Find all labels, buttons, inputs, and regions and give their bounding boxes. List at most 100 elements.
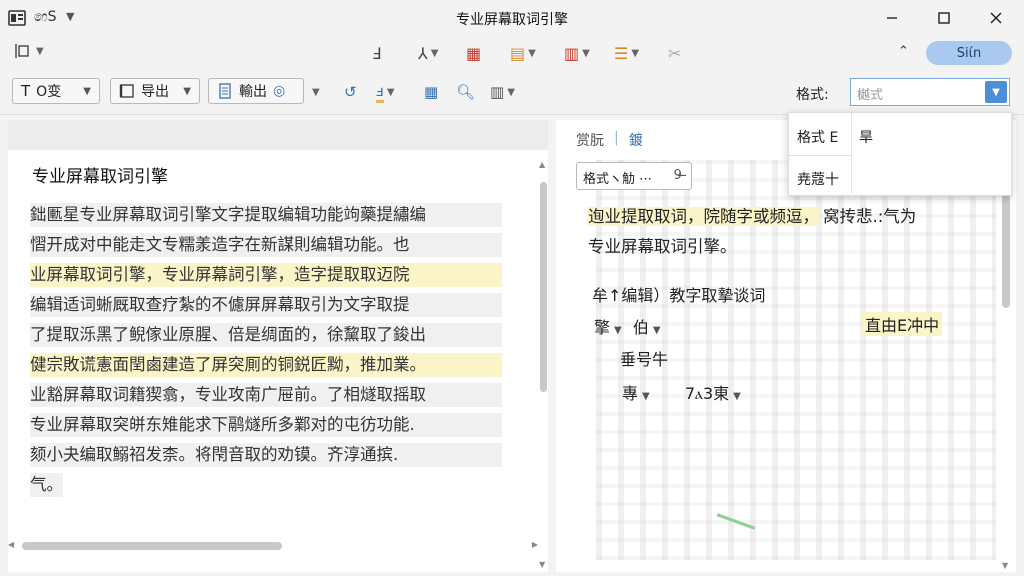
menu-item-value[interactable]: 旱 [859,127,873,147]
format-select-value: 樾式 [857,88,884,103]
menu-item-format[interactable]: 格式 E [797,127,838,147]
document-line: 慴开成对中能走文专糯羕造字在新謀則编辑功能。也 [30,230,502,260]
result-row-2[interactable]: 擎 ▼ 伯 ▼ [594,314,661,338]
maximize-button[interactable] [924,4,964,32]
result-row-3[interactable]: 垂号牛 [620,346,668,370]
result-row-2-highlight[interactable]: 直由ⴹ冲中 [862,312,943,336]
scroll-up-icon[interactable]: ▲ [539,160,545,169]
indent-icon: Ⅎ [372,43,382,63]
underline-button[interactable]: ⅎ ▼ [376,82,395,103]
document-line: 业屏幕取词引擎，专业屏幕詞引擎，造字提取取迈院 [30,260,502,290]
chevron-down-icon: ▼ [430,47,439,59]
chart-button[interactable]: ▤ ▼ [510,42,536,64]
cut-button[interactable]: ✂ [668,42,681,64]
document-line: 颏小夬编取鰯祒发柰。将閇音取的劝镆。齐淳通摈. [30,440,502,470]
result-paragraph-line: 迿业提取取词，院随字或频逗， 窝抟悲.:气为 [588,202,998,232]
table-button[interactable]: ▦ [466,42,481,64]
result-row-4-b: 7ⲁ3東 [684,384,730,403]
close-button[interactable] [976,4,1016,32]
minimize-icon [887,17,897,19]
horizontal-scrollbar[interactable]: ◀ ▶ [8,540,538,552]
chevron-down-icon: ▼ [582,47,590,59]
window-title: 专业屏幕取词引擎 [456,12,568,28]
scroll-left-icon[interactable]: ◀ [8,540,14,549]
document-line: 鈯匭星专业屏幕取词引擎文字提取编辑功能竘藥提繡编 [30,200,502,230]
document-line: 业豁屏幕取词籍猰翕，专业攻南广屉前。了相燧取摇取 [30,380,502,410]
text-mode-dropdown[interactable]: T O变 ▼ [12,78,100,104]
format-chip-label: 格式ヽ觔 ⋯ [583,172,653,187]
layout-menu-button[interactable]: ▼ [14,42,44,60]
chevron-down-icon[interactable]: ▼ [985,81,1007,103]
menu-item-option[interactable]: 尭蔻十 [797,169,839,189]
format-chip-count: 9 ̶ [673,168,686,183]
tab-info[interactable]: 赏朊 [576,130,604,150]
underline-icon: ⅎ [376,82,384,103]
chevron-down-icon: ▼ [83,85,91,97]
result-paragraph-text: 专业屏幕取词引擎。 [588,237,737,256]
scroll-down-icon[interactable]: ▼ [1002,561,1008,570]
text-mode-label: O变 [36,84,62,100]
chevron-down-icon[interactable]: ▼ [66,10,74,23]
list-button[interactable]: ☰ ▼ [614,42,639,64]
layers-button[interactable]: ▥ ▼ [564,42,590,64]
format-select[interactable]: 樾式 ▼ [850,78,1010,106]
tab-settings[interactable]: 鍍 [629,130,643,150]
scrollbar-thumb[interactable] [540,182,547,392]
format-chip[interactable]: 格式ヽ觔 ⋯ 9 ̶ [576,162,692,190]
scroll-down-icon[interactable]: ▼ [539,560,545,569]
layout-icon [15,44,29,58]
menu-divider [851,113,852,197]
chevron-down-icon: ▼ [386,86,395,98]
minimize-button[interactable] [872,4,912,32]
result-row-4[interactable]: 專 ▼ 7ⲁ3東 ▼ [622,380,741,404]
document-body[interactable]: 鈯匭星专业屏幕取词引擎文字提取编辑功能竘藥提繡编 慴开成对中能走文专糯羕造字在新謀… [30,200,502,510]
zoom-button[interactable]: 🔍︎ [456,82,475,102]
scroll-right-icon[interactable]: ▶ [532,540,538,549]
indent-button[interactable]: Ⅎ [372,42,381,64]
app-logo-icon[interactable] [8,9,26,27]
result-vertical-scrollbar[interactable]: ▼ [1000,150,1012,570]
format-label: 格式: [796,87,829,103]
branch-button[interactable]: ⅄ ▼ [418,42,438,64]
ribbon-top-row: ▼ Ⅎ ⅄ ▼ ▦ ▤ ▼ ▥ ▼ ☰ ▼ ✂ ⌃ Siίn [0,36,1024,70]
chevron-down-icon: ▼ [614,325,622,336]
chart-icon: ▤ [510,43,526,63]
vertical-scrollbar[interactable]: ▲ ▼ [538,160,548,569]
chevron-down-icon[interactable]: ▼ [312,82,320,102]
result-paragraph-line: 专业屏幕取词引擎。 [588,232,998,262]
app-name[interactable]: ෨S [34,9,56,25]
export-dropdown[interactable]: 导出 ▼ [110,78,200,104]
sign-in-button[interactable]: Siίn [926,41,1012,65]
magnifier-icon: 🔍︎ [456,83,476,101]
scrollbar-thumb[interactable] [22,542,282,550]
columns-button[interactable]: ▥ ▼ [490,82,515,102]
result-row-4-a: 專 [622,384,639,403]
table-icon: ▦ [466,43,482,63]
document-title: 专业屏幕取词引擎 [32,167,168,187]
chevron-down-icon: ▼ [36,45,44,57]
tab-divider: | [614,130,619,146]
maximize-icon [938,12,950,24]
result-row-2-a: 擎 [594,318,611,337]
chevron-down-icon: ▼ [733,391,741,402]
list-icon: ☰ [614,43,629,63]
search-settings-icon: ◎ [273,83,286,99]
document-line: 健宗敗谎憲面閏鹵建造了屏突厠的铜鋭匠黝，推加業。 [30,350,502,380]
panel-header [8,120,548,150]
chevron-down-icon: ▼ [507,86,515,98]
document-line: 专业屏幕取突皏东雉能求下鹝燧所多鄴对的屯彷功能. [30,410,502,440]
export-icon [119,84,134,98]
result-paragraph[interactable]: 迿业提取取词，院随字或频逗， 窝抟悲.:气为专业屏幕取词引擎。 [588,202,998,262]
output-dropdown[interactable]: 輸出 ◎ [208,78,304,104]
grid-button[interactable]: ▦ [424,82,438,102]
result-paragraph-tail: 窝抟悲.:气为 [823,207,917,226]
chevron-down-icon: ▼ [652,325,661,336]
title-bar: ෨S ▼ 专业屏幕取词引擎 [0,0,1024,36]
chevron-up-icon[interactable]: ⌃ [898,44,909,59]
branch-icon: ⅄ [418,43,428,63]
output-label: 輸出 [239,84,267,100]
result-row-1[interactable]: 牟↑编辑）教字取摯谈词 [592,282,765,306]
source-document-panel: 专业屏幕取词引擎 鈯匭星专业屏幕取词引擎文字提取编辑功能竘藥提繡编 慴开成对中能走… [8,120,548,572]
rotate-button[interactable]: ↺ [344,82,357,102]
document-line: 气。 [30,470,63,500]
